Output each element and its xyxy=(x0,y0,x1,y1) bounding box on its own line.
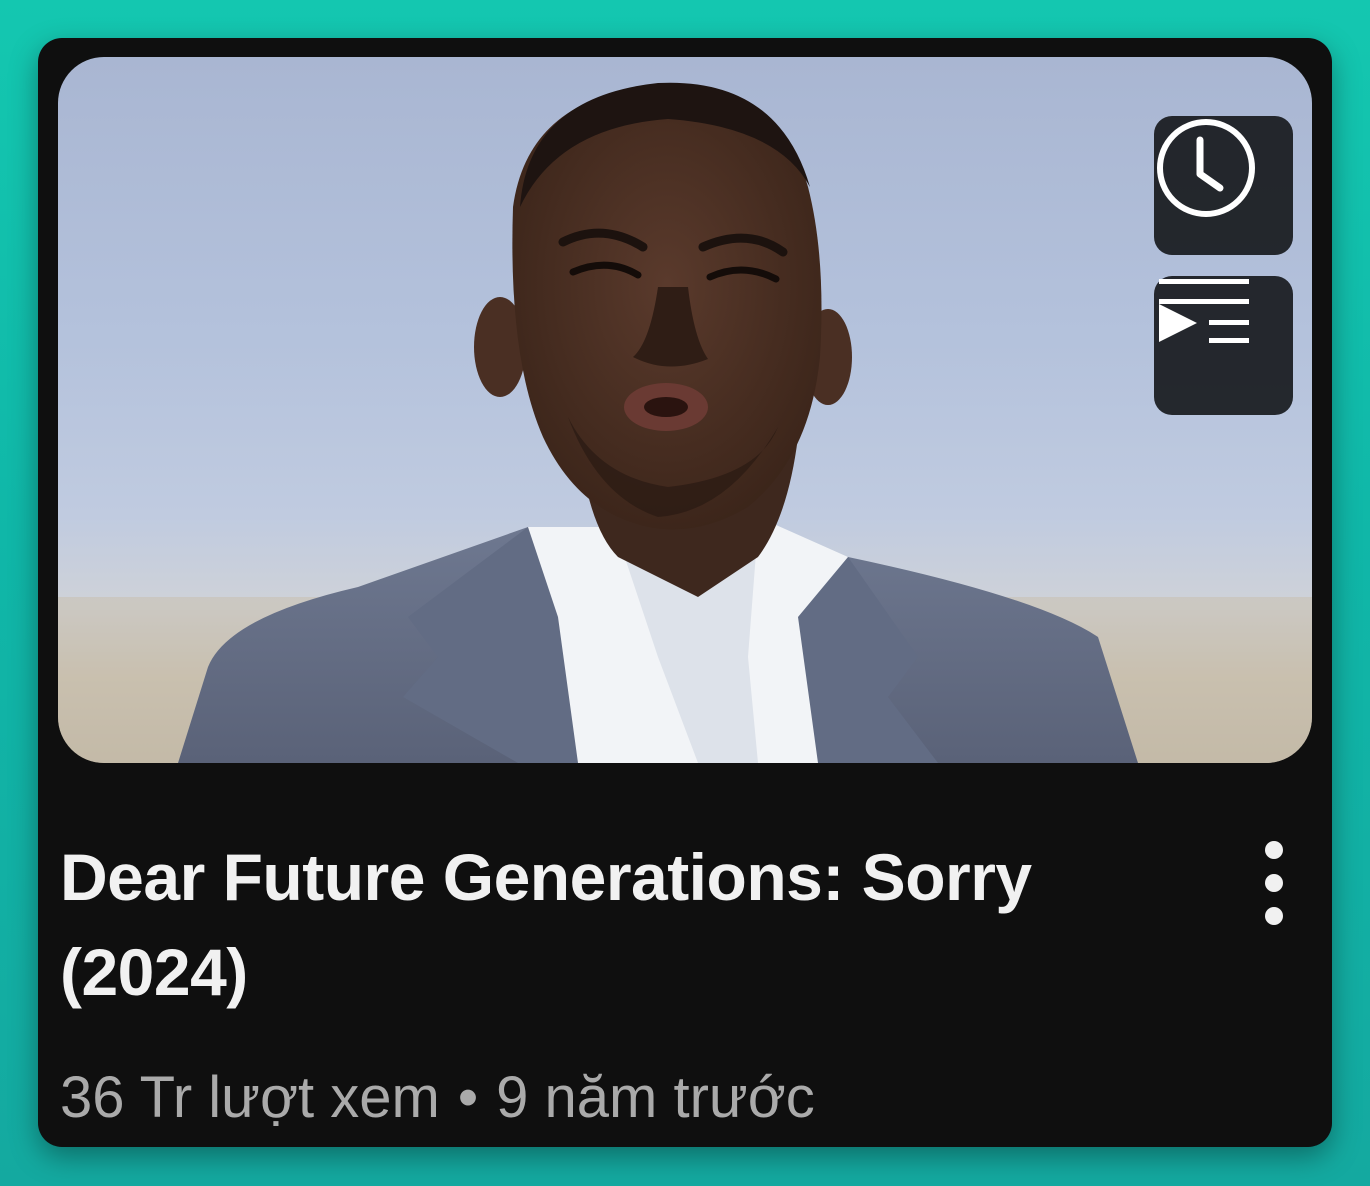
queue-play-icon xyxy=(1159,279,1249,343)
watch-later-button[interactable] xyxy=(1154,116,1293,255)
meta-separator: • xyxy=(457,1065,479,1130)
video-thumbnail[interactable] xyxy=(58,57,1312,763)
thumbnail-image xyxy=(58,82,1312,763)
upload-age: 9 năm trước xyxy=(496,1065,815,1130)
more-vert-icon xyxy=(1265,841,1283,859)
video-metadata: 36 Tr lượt xem • 9 năm trước xyxy=(60,1063,815,1133)
view-count: 36 Tr lượt xem xyxy=(60,1065,440,1130)
video-title[interactable]: Dear Future Generations: Sorry (2024) xyxy=(60,830,1140,1020)
add-to-queue-button[interactable] xyxy=(1154,276,1293,415)
more-vert-icon-dot xyxy=(1265,874,1283,892)
more-options-button[interactable] xyxy=(1248,841,1300,925)
more-vert-icon-dot xyxy=(1265,907,1283,925)
clock-icon xyxy=(1157,119,1255,217)
video-card[interactable]: Dear Future Generations: Sorry (2024) 36… xyxy=(38,38,1332,1147)
